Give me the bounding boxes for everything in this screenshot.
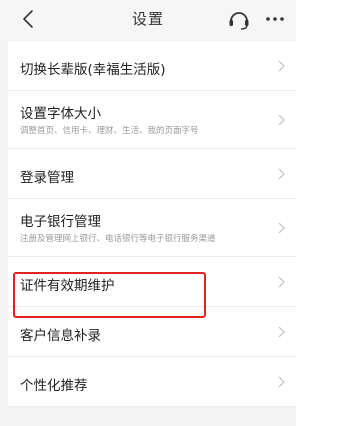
settings-item-elder-mode[interactable]: 切换长辈版(幸福生活版) (8, 41, 296, 91)
settings-item-ebank-management[interactable]: 电子银行管理 注册及管理网上银行、电话银行等电子银行服务渠道 (8, 199, 296, 257)
settings-item-id-validity[interactable]: 证件有效期维护 (8, 257, 296, 307)
chevron-right-icon (278, 114, 285, 126)
item-label: 客户信息补录 (20, 328, 101, 344)
item-description: 调整首页、信用卡、理财、生活、我的页面字号 (20, 126, 199, 136)
item-label: 切换长辈版(幸福生活版) (20, 62, 166, 78)
item-label: 证件有效期维护 (20, 278, 115, 294)
chevron-right-icon (278, 60, 285, 72)
more-dots-icon[interactable] (263, 6, 287, 32)
chevron-right-icon (278, 326, 285, 338)
settings-item-login-management[interactable]: 登录管理 (8, 149, 296, 199)
chevron-right-icon (278, 222, 285, 234)
settings-item-customer-info[interactable]: 客户信息补录 (8, 307, 296, 357)
chevron-right-icon (278, 376, 285, 388)
headset-icon[interactable] (226, 6, 252, 32)
settings-list: 切换长辈版(幸福生活版) 设置字体大小 调整首页、信用卡、理财、生活、我的页面字… (8, 41, 296, 407)
chevron-right-icon (278, 168, 285, 180)
item-label: 登录管理 (20, 170, 74, 186)
top-nav-bar: 设置 (0, 0, 296, 40)
item-label: 电子银行管理 (20, 214, 101, 230)
chevron-right-icon (278, 276, 285, 288)
list-bottom-gap (8, 415, 296, 426)
item-label: 设置字体大小 (20, 106, 101, 122)
settings-item-personalized-recommend[interactable]: 个性化推荐 (8, 357, 296, 407)
settings-item-font-size[interactable]: 设置字体大小 调整首页、信用卡、理财、生活、我的页面字号 (8, 91, 296, 149)
item-label: 个性化推荐 (20, 378, 88, 394)
item-description: 注册及管理网上银行、电话银行等电子银行服务渠道 (20, 234, 216, 244)
